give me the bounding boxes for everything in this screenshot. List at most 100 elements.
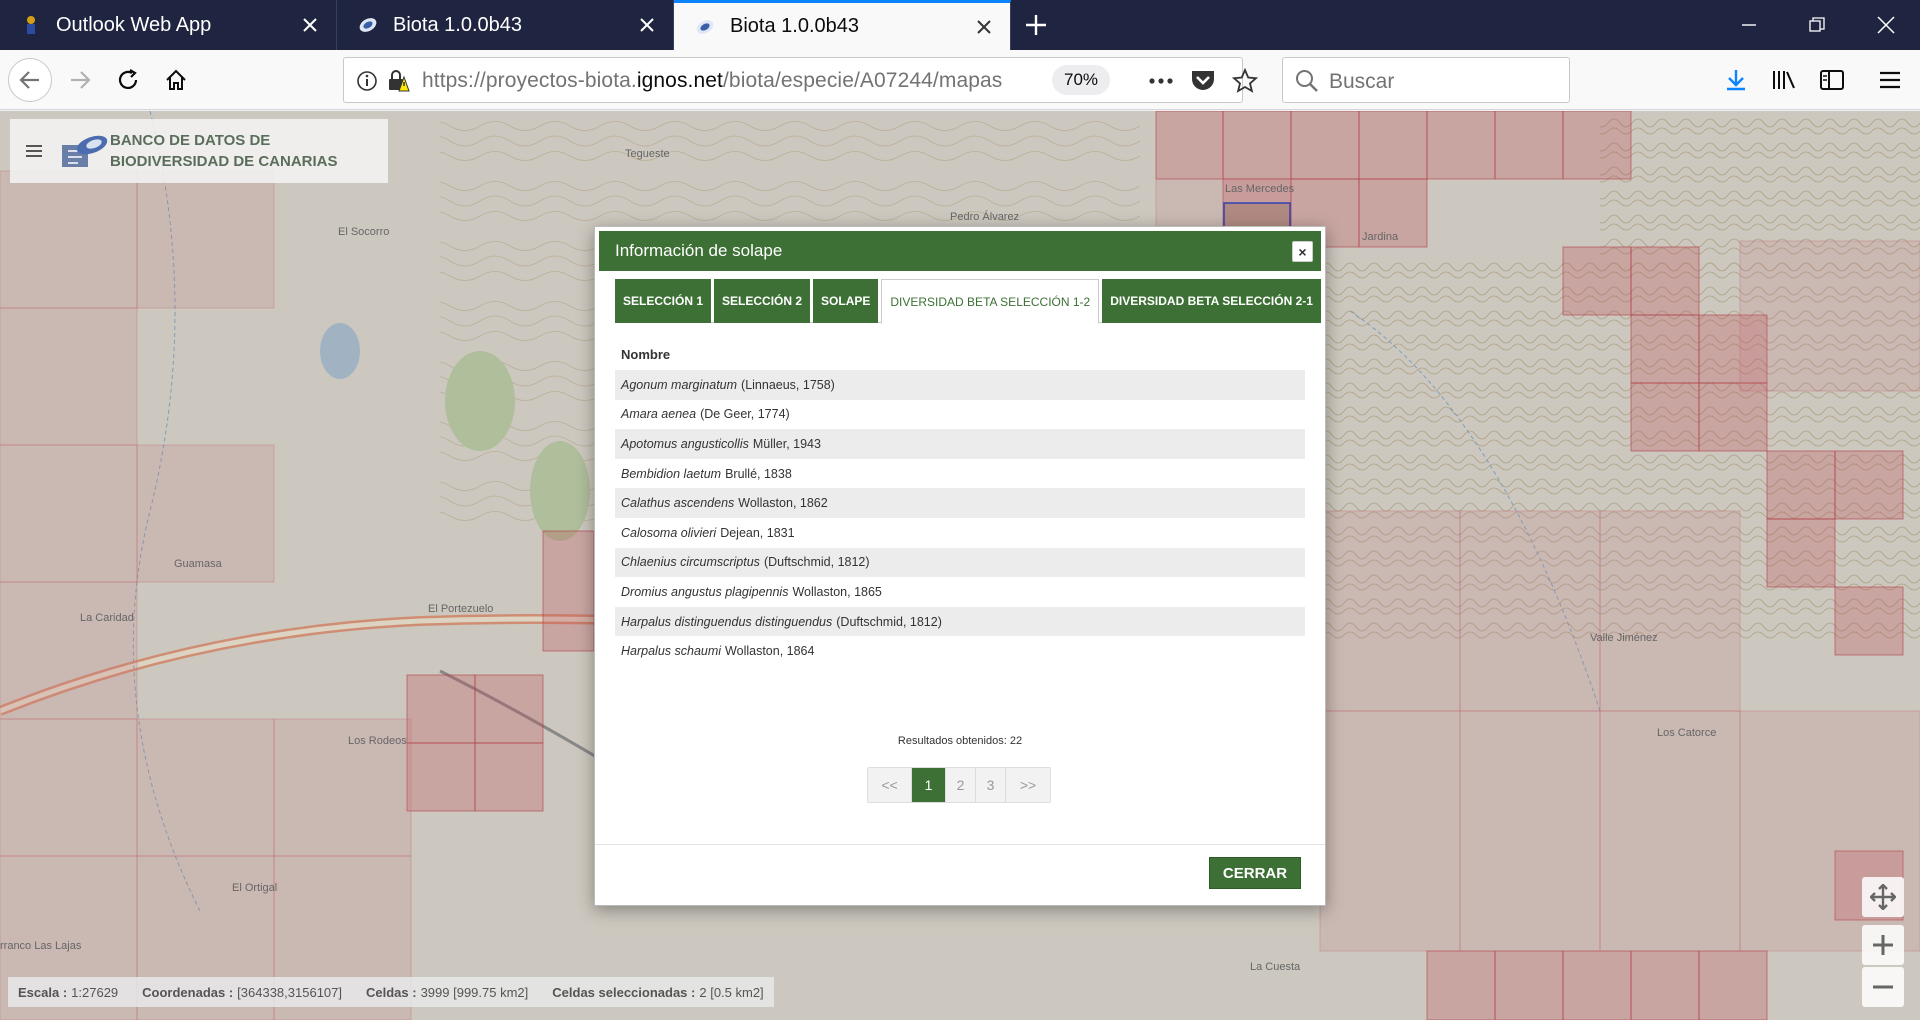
home-icon <box>166 69 186 90</box>
map-label-la-caridad: La Caridad <box>80 612 134 624</box>
table-row[interactable]: Dromius angustus plagipennis Wollaston, 1… <box>615 577 1305 607</box>
table-row[interactable]: Harpalus schaumi Wollaston, 1864 <box>615 636 1305 666</box>
forward-button[interactable] <box>58 58 102 102</box>
species-name: Apotomus angusticollis <box>621 436 749 451</box>
tab-diversidad-beta-1-2[interactable]: DIVERSIDAD BETA SELECCIÓN 1-2 <box>881 279 1100 324</box>
species-name: Bembidion laetum <box>621 466 722 481</box>
page-actions-icon[interactable] <box>1148 69 1174 98</box>
map-label-los-catorce: Los Catorce <box>1657 727 1717 739</box>
dialog-tabs: SELECCIÓN 1 SELECCIÓN 2 SOLAPE DIVERSIDA… <box>615 279 1321 324</box>
table-row[interactable]: Amara aenea (De Geer, 1774) <box>615 400 1305 430</box>
map-label-el-socorro: El Socorro <box>338 226 390 238</box>
dialog-title: Información de solape <box>615 241 783 260</box>
new-tab-button[interactable] <box>1011 0 1061 50</box>
status-coords-label: Coordenadas : <box>142 984 234 1000</box>
sidebar-toggle-button[interactable] <box>1810 58 1854 102</box>
close-icon[interactable] <box>298 13 322 37</box>
map-zoom-in-button[interactable] <box>1862 925 1904 965</box>
zoom-in-icon <box>1873 935 1893 955</box>
pager-first[interactable]: << <box>868 768 912 802</box>
app-header-panel: BANCO DE DATOS DE BIODIVERSIDAD DE CANAR… <box>10 119 388 183</box>
reload-button[interactable] <box>106 58 150 102</box>
map-label-barranco-las-lajas: rranco Las Lajas <box>0 940 82 952</box>
species-name: Calosoma olivieri <box>621 525 717 540</box>
status-scale-label: Escala : <box>18 984 68 1000</box>
library-button[interactable] <box>1762 58 1806 102</box>
zoom-level-badge[interactable]: 70% <box>1052 65 1111 95</box>
logo-line-2: BIODIVERSIDAD DE CANARIAS <box>110 153 338 170</box>
bookmark-star-icon[interactable] <box>1231 67 1259 99</box>
close-icon[interactable] <box>972 15 996 39</box>
status-coords-value: [364338,3156107] <box>237 984 342 1000</box>
browser-tab-outlook[interactable]: Outlook Web App <box>0 0 337 50</box>
search-placeholder: Buscar <box>1329 70 1395 93</box>
map-label-los-rodeos: Los Rodeos <box>348 735 407 747</box>
downloads-button[interactable] <box>1714 58 1758 102</box>
restore-icon[interactable] <box>1783 0 1851 50</box>
table-row[interactable]: Calathus ascendens Wollaston, 1862 <box>615 488 1305 518</box>
map-zoom-out-button[interactable] <box>1862 967 1904 1007</box>
hamburger-icon <box>26 145 42 157</box>
biota-favicon-icon <box>694 16 716 38</box>
tab-seleccion-1[interactable]: SELECCIÓN 1 <box>615 279 712 323</box>
tab-title: Biota 1.0.0b43 <box>730 15 859 37</box>
pager-page-3[interactable]: 3 <box>976 768 1006 802</box>
back-button[interactable] <box>8 58 52 102</box>
tab-solape[interactable]: SOLAPE <box>813 279 879 323</box>
library-icon <box>1773 71 1795 89</box>
species-author: Brullé, 1838 <box>725 466 792 481</box>
browser-tabstrip: Outlook Web App Biota 1.0.0b43 Biota 1.0… <box>0 0 1920 50</box>
tab-title: Biota 1.0.0b43 <box>393 13 522 36</box>
status-scale-value: 1:27629 <box>71 984 119 1000</box>
map-pan-button[interactable] <box>1862 877 1904 917</box>
pager-page-2[interactable]: 2 <box>946 768 976 802</box>
overlap-info-dialog: Información de solape × SELECCIÓN 1 SELE… <box>594 226 1326 906</box>
search-bar[interactable]: Buscar <box>1282 57 1570 103</box>
menu-button[interactable] <box>1868 58 1912 102</box>
species-name: Agonum marginatum <box>621 377 738 392</box>
tab-diversidad-beta-2-1[interactable]: DIVERSIDAD BETA SELECCIÓN 2-1 <box>1102 279 1321 323</box>
hamburger-icon <box>1880 71 1900 89</box>
map-label-tegueste: Tegueste <box>625 148 670 160</box>
window-close-icon[interactable] <box>1852 0 1920 50</box>
tab-seleccion-2[interactable]: SELECCIÓN 2 <box>714 279 811 323</box>
url-text[interactable]: https://proyectos-biota.ignos.net/biota/… <box>422 69 1002 93</box>
browser-tab-biota-1[interactable]: Biota 1.0.0b43 <box>337 0 674 50</box>
pager-page-1[interactable]: 1 <box>912 768 946 802</box>
url-prefix: https://proyectos-biota. <box>422 69 637 92</box>
home-button[interactable] <box>154 58 198 102</box>
species-author: Wollaston, 1864 <box>725 644 815 659</box>
dialog-header: Información de solape × <box>599 231 1321 271</box>
biota-logo-icon <box>62 135 108 167</box>
info-icon[interactable] <box>356 70 378 97</box>
url-domain: ignos.net <box>636 69 723 92</box>
forward-arrow-icon <box>71 71 91 89</box>
table-row[interactable]: Bembidion laetum Brullé, 1838 <box>615 459 1305 489</box>
status-cells-value: 3999 [999.75 km2] <box>420 984 529 1000</box>
status-cells-label: Celdas : <box>366 984 417 1000</box>
dialog-close-button[interactable]: × <box>1292 241 1313 262</box>
map-label-las-mercedes: Las Mercedes <box>1225 183 1295 195</box>
table-row[interactable]: Harpalus distinguendus distinguendus (Duf… <box>615 606 1305 637</box>
species-author: Wollaston, 1862 <box>738 496 828 511</box>
table-row[interactable]: Agonum marginatum (Linnaeus, 1758) <box>615 370 1305 400</box>
species-author: Wollaston, 1865 <box>792 584 882 599</box>
table-row[interactable]: Calosoma olivieri Dejean, 1831 <box>615 518 1305 548</box>
tab-title: Outlook Web App <box>56 13 212 36</box>
app-menu-button[interactable] <box>10 119 58 183</box>
species-name: Harpalus distinguendus distinguendus <box>621 614 833 629</box>
table-row[interactable]: Chlaenius circumscriptus (Duftschmid, 181… <box>615 547 1305 578</box>
pocket-icon[interactable] <box>1190 68 1216 97</box>
close-icon[interactable] <box>635 13 659 37</box>
zoom-out-icon <box>1873 985 1893 989</box>
insecure-lock-icon[interactable] <box>386 69 410 98</box>
url-bar[interactable]: https://proyectos-biota.ignos.net/biota/… <box>343 57 1259 103</box>
minimize-icon[interactable] <box>1715 0 1783 50</box>
close-button[interactable]: CERRAR <box>1209 857 1301 889</box>
results-count: Resultados obtenidos: 22 <box>897 735 1023 747</box>
browser-tab-biota-2[interactable]: Biota 1.0.0b43 <box>674 0 1011 50</box>
pagination: << 1 2 3 >> <box>867 767 1051 803</box>
status-selected-label: Celdas seleccionadas : <box>552 984 696 1000</box>
table-row[interactable]: Apotomus angusticollis Müller, 1943 <box>615 429 1305 459</box>
pager-last[interactable]: >> <box>1006 768 1050 802</box>
